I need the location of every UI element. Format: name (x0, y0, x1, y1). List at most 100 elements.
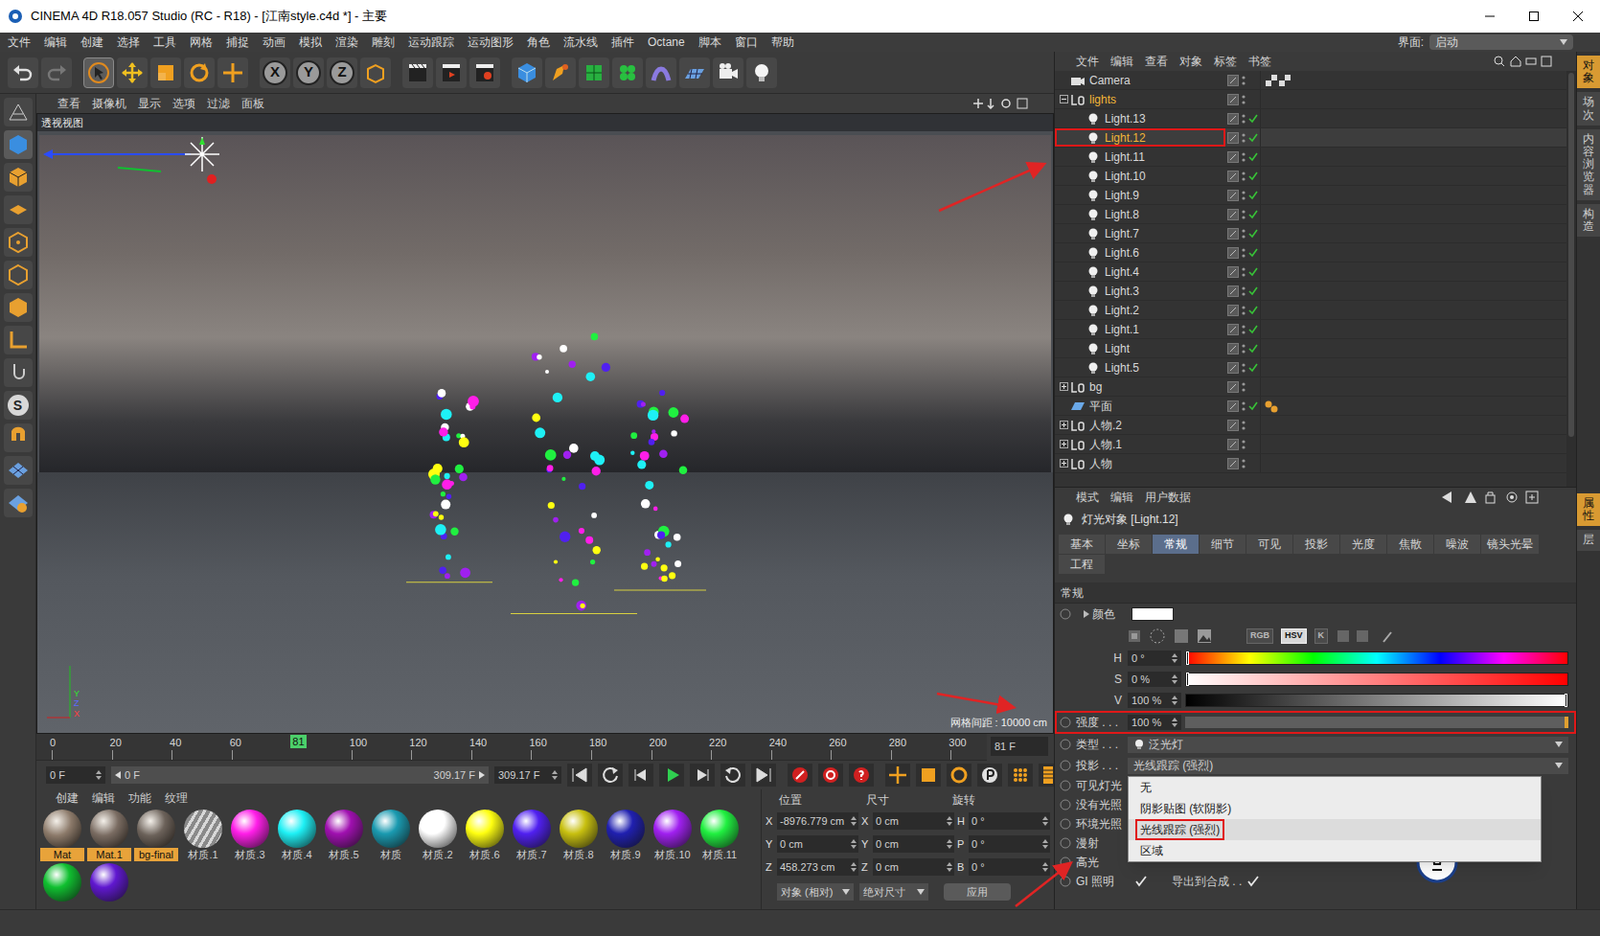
mode-button[interactable] (3, 456, 33, 485)
object-row[interactable]: Light.11 (1054, 147, 1567, 167)
object-name[interactable]: Light.6 (1104, 244, 1140, 262)
object-row[interactable]: Light.3 (1054, 281, 1567, 301)
object-name[interactable]: lights (1089, 91, 1117, 109)
coordinate-field[interactable]: 0 ° (968, 835, 1051, 853)
slider-handle[interactable] (1186, 651, 1189, 665)
color-mode-button[interactable]: K (1314, 628, 1329, 644)
slider-handle[interactable] (1564, 693, 1568, 708)
key-button[interactable] (915, 763, 941, 787)
key-button[interactable] (946, 763, 972, 787)
mode-button[interactable] (3, 228, 33, 257)
object-row[interactable]: 平面 (1054, 396, 1567, 416)
coordinate-field[interactable]: 0 cm (777, 835, 859, 853)
material-menu-item[interactable]: 编辑 (91, 789, 115, 807)
side-tab[interactable]: 构造 (1577, 204, 1600, 237)
transport-button[interactable] (597, 763, 623, 787)
object-name[interactable]: Light.13 (1104, 110, 1146, 128)
viewport-menu-item[interactable]: 选项 (172, 94, 196, 113)
attribute-tab[interactable]: 基本 (1058, 534, 1105, 554)
viewport-menu-item[interactable]: 摄像机 (91, 94, 127, 113)
saturation-slider[interactable] (1185, 672, 1569, 686)
color-mode-button[interactable]: HSV (1280, 628, 1307, 644)
intensity-slider[interactable] (1185, 716, 1569, 729)
material-item[interactable]: 材质 (368, 809, 413, 862)
transport-button[interactable] (628, 763, 654, 787)
menu-item[interactable]: 运动图形 (467, 33, 514, 51)
mode-dropdown[interactable]: 对象 (相对) (777, 883, 854, 901)
transport-button[interactable] (659, 763, 685, 787)
menu-item[interactable]: 工具 (153, 33, 177, 51)
menu-item[interactable]: 渲染 (335, 33, 359, 51)
cloner-tool[interactable] (612, 57, 643, 89)
object-row[interactable]: 人物.1 (1054, 434, 1567, 455)
camera-tool[interactable] (712, 57, 744, 89)
menu-item[interactable]: 帮助 (771, 33, 795, 51)
size-mode-dropdown[interactable]: 绝对尺寸 (859, 883, 929, 901)
deformer-tool[interactable] (645, 57, 677, 89)
coordinate-field[interactable]: 0 ° (968, 812, 1051, 830)
minimize-button[interactable] (1467, 0, 1512, 33)
object-row[interactable]: bg (1054, 377, 1567, 397)
attribute-tab[interactable]: 焦散 (1387, 534, 1434, 554)
object-row[interactable]: Light.4 (1054, 262, 1567, 282)
coordinate-system-tool[interactable] (360, 57, 391, 89)
rotate-tool[interactable] (183, 57, 215, 89)
object-row[interactable]: Light.5 (1054, 358, 1567, 378)
side-tab[interactable]: 内容浏览器 (1577, 129, 1600, 201)
key-button[interactable] (977, 763, 1003, 787)
record-button[interactable] (848, 763, 874, 787)
subdivision-tool[interactable] (578, 57, 610, 89)
object-row[interactable]: Light.12 (1054, 128, 1567, 148)
material-item[interactable] (87, 863, 132, 902)
object-row[interactable]: lights (1054, 90, 1567, 110)
axis-lock-button[interactable]: Y (293, 57, 324, 89)
material-item[interactable]: 材质.8 (556, 809, 601, 862)
coordinate-field[interactable]: 0 cm (872, 858, 955, 876)
material-item[interactable]: 材质.2 (415, 809, 460, 862)
attribute-tab[interactable]: 坐标 (1105, 534, 1152, 554)
transport-button[interactable] (720, 763, 746, 787)
apply-button[interactable]: 应用 (943, 883, 1011, 901)
object-row[interactable]: Light.6 (1054, 243, 1567, 263)
menu-item[interactable]: Octane (647, 33, 686, 51)
side-tab[interactable]: 层 (1577, 529, 1600, 550)
color-mode-button[interactable]: RGB (1246, 628, 1274, 644)
mode-button[interactable] (3, 293, 33, 322)
attribute-tab[interactable]: 工程 (1058, 554, 1105, 574)
object-row[interactable]: Light.9 (1054, 185, 1567, 206)
object-menu-item[interactable]: 编辑 (1110, 52, 1134, 70)
object-row[interactable]: Light.13 (1054, 109, 1567, 129)
attribute-tab[interactable]: 投影 (1293, 534, 1340, 554)
object-row[interactable]: Light.8 (1054, 205, 1567, 225)
scroll-thumb[interactable] (1568, 72, 1575, 437)
material-item[interactable]: Mat (40, 809, 85, 862)
viewport[interactable]: 透视视图YZX网格间距 : 10000 cm (36, 113, 1054, 734)
material-item[interactable]: 材质.10 (650, 809, 695, 862)
coordinate-field[interactable]: -8976.779 cm (777, 812, 859, 830)
menu-item[interactable]: 运动跟踪 (408, 33, 455, 51)
object-name[interactable]: Light.5 (1104, 359, 1140, 377)
attribute-tab[interactable]: 可见 (1246, 534, 1293, 554)
light-tool[interactable] (746, 57, 778, 89)
intensity-field[interactable]: 100 % (1127, 714, 1182, 731)
coordinate-field[interactable]: 458.273 cm (777, 858, 859, 876)
end-field[interactable]: 309.17 F (494, 766, 562, 784)
undo-tool[interactable] (7, 57, 39, 89)
shadow-dropdown[interactable]: 光线跟踪 (强烈) (1127, 757, 1569, 775)
menu-item[interactable]: 角色 (526, 33, 550, 51)
attribute-tab[interactable]: 噪波 (1434, 534, 1481, 554)
object-name[interactable]: Light (1104, 340, 1130, 358)
range-slider[interactable]: 0 F309.17 F (111, 766, 489, 784)
attribute-menu-item[interactable]: 模式 (1075, 488, 1099, 506)
object-menu-item[interactable]: 标签 (1213, 52, 1237, 70)
maximize-button[interactable] (1511, 0, 1556, 33)
record-button[interactable] (818, 763, 844, 787)
object-row[interactable]: 人物 (1054, 454, 1567, 474)
viewport-menu-item[interactable]: 显示 (137, 94, 161, 113)
material-menu-item[interactable]: 纹理 (164, 789, 188, 807)
snap-button[interactable]: S (3, 390, 33, 420)
attribute-tab[interactable]: 细节 (1199, 534, 1246, 554)
material-item[interactable]: 材质.11 (697, 809, 742, 862)
material-item[interactable]: 材质.4 (274, 809, 320, 862)
material-item[interactable]: 材质.5 (321, 809, 366, 862)
